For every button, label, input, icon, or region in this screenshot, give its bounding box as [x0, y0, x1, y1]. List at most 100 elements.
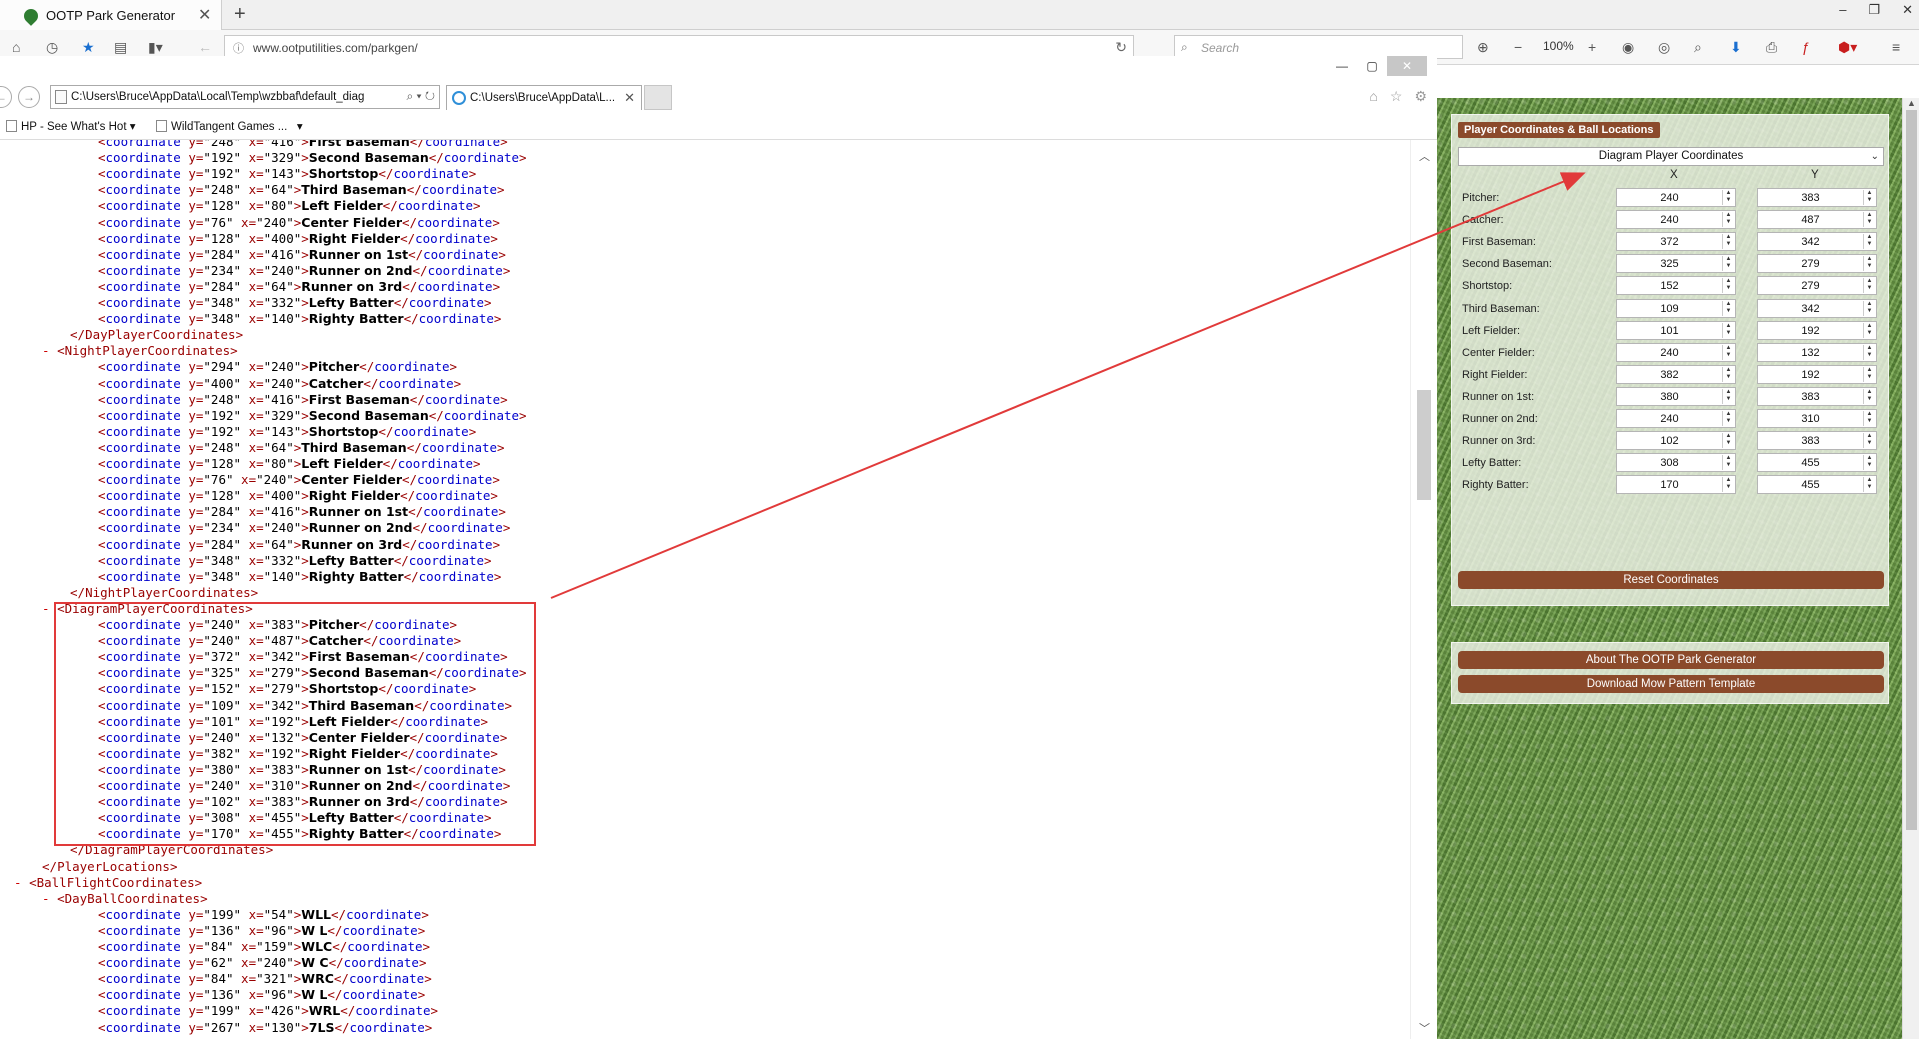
home-icon[interactable]: ⌂ [12, 39, 20, 55]
y-spinner[interactable]: 455 ▲ ▼ [1757, 453, 1877, 473]
spinner-arrows-icon[interactable]: ▲ ▼ [1722, 322, 1734, 338]
y-spinner[interactable]: 192 ▲ ▼ [1757, 364, 1877, 384]
ie-vertical-scrollbar[interactable]: ︿ ﹀ [1410, 140, 1437, 1039]
reload-icon[interactable]: ↻ [1115, 39, 1127, 56]
y-spinner[interactable]: 383 ▲ ▼ [1757, 188, 1877, 207]
sidebar-icon[interactable]: ▮▾ [148, 39, 163, 56]
page-scrollbar[interactable]: ▲ [1902, 98, 1919, 1039]
ie-home-icon[interactable]: ⌂ [1369, 88, 1377, 105]
y-spinner[interactable]: 279 ▲ ▼ [1757, 254, 1877, 274]
y-spinner[interactable]: 132 ▲ ▼ [1757, 342, 1877, 362]
spinner-arrows-icon[interactable]: ▲ ▼ [1863, 477, 1875, 493]
collapse-toggle[interactable]: - [42, 343, 57, 358]
library-icon[interactable]: ▤ [114, 39, 127, 56]
spinner-arrows-icon[interactable]: ▲ ▼ [1722, 190, 1734, 205]
scroll-thumb[interactable] [1906, 110, 1917, 830]
spinner-arrows-icon[interactable]: ▲ ▼ [1722, 278, 1734, 294]
close-tab-icon[interactable]: ✕ [198, 5, 211, 25]
new-tab-button[interactable]: + [234, 3, 246, 26]
flash-icon[interactable]: ƒ [1802, 39, 1810, 55]
collapse-toggle[interactable]: - [14, 875, 29, 890]
print-icon[interactable]: ⎙ [1766, 39, 1777, 56]
y-spinner[interactable]: 383 ▲ ▼ [1757, 386, 1877, 406]
spinner-arrows-icon[interactable]: ▲ ▼ [1863, 234, 1875, 250]
y-spinner[interactable]: 487 ▲ ▼ [1757, 210, 1877, 230]
ie-new-tab-button[interactable] [644, 85, 672, 110]
favorite-hp[interactable]: HP - See What's Hot ▾ [6, 119, 136, 133]
x-spinner[interactable]: 101 ▲ ▼ [1616, 320, 1736, 340]
spinner-arrows-icon[interactable]: ▲ ▼ [1863, 388, 1875, 404]
x-spinner[interactable]: 308 ▲ ▼ [1616, 453, 1736, 473]
spinner-arrows-icon[interactable]: ▲ ▼ [1722, 455, 1734, 471]
spinner-arrows-icon[interactable]: ▲ ▼ [1863, 455, 1875, 471]
reset-coordinates-button[interactable]: Reset Coordinates [1458, 571, 1884, 589]
spinner-arrows-icon[interactable]: ▲ ▼ [1863, 212, 1875, 228]
y-spinner[interactable]: 310 ▲ ▼ [1757, 409, 1877, 428]
ie-close-icon[interactable]: ✕ [1387, 56, 1427, 76]
spinner-arrows-icon[interactable]: ▲ ▼ [1722, 300, 1734, 316]
zoom-out-icon[interactable]: − [1514, 39, 1522, 55]
x-spinner[interactable]: 240 ▲ ▼ [1616, 210, 1736, 230]
spinner-arrows-icon[interactable]: ▲ ▼ [1722, 433, 1734, 449]
ie-settings-icon[interactable]: ⚙ [1414, 88, 1427, 105]
download-icon[interactable]: ⬇ [1730, 39, 1742, 56]
scroll-thumb[interactable] [1417, 390, 1431, 500]
ie-maximize-icon[interactable]: ▢ [1357, 56, 1387, 76]
spinner-arrows-icon[interactable]: ▲ ▼ [1863, 278, 1875, 294]
x-spinner[interactable]: 152 ▲ ▼ [1616, 276, 1736, 296]
ie-close-tab-icon[interactable]: ✕ [624, 90, 635, 106]
menu-icon[interactable]: ≡ [1892, 39, 1900, 55]
scroll-up-icon[interactable]: ︿ [1419, 148, 1430, 164]
spinner-arrows-icon[interactable]: ▲ ▼ [1863, 366, 1875, 382]
info-icon[interactable]: ⓘ [233, 40, 244, 56]
x-spinner[interactable]: 240 ▲ ▼ [1616, 409, 1736, 428]
spinner-arrows-icon[interactable]: ▲ ▼ [1863, 256, 1875, 272]
spinner-arrows-icon[interactable]: ▲ ▼ [1722, 388, 1734, 404]
collapse-toggle[interactable]: - [42, 891, 57, 906]
spinner-arrows-icon[interactable]: ▲ ▼ [1863, 300, 1875, 316]
ie-forward-icon[interactable]: → [18, 86, 40, 108]
x-spinner[interactable]: 240 ▲ ▼ [1616, 188, 1736, 207]
x-spinner[interactable]: 372 ▲ ▼ [1616, 232, 1736, 252]
restore-icon[interactable]: ❐ [1868, 2, 1880, 18]
y-spinner[interactable]: 192 ▲ ▼ [1757, 320, 1877, 340]
zoom-level[interactable]: 100% [1543, 39, 1574, 53]
spinner-arrows-icon[interactable]: ▲ ▼ [1722, 366, 1734, 382]
ie-favorites-icon[interactable]: ☆ [1390, 88, 1403, 105]
screenshot-icon[interactable]: ⊕ [1477, 39, 1489, 56]
x-spinner[interactable]: 325 ▲ ▼ [1616, 254, 1736, 274]
spinner-arrows-icon[interactable]: ▲ ▼ [1863, 411, 1875, 426]
x-spinner[interactable]: 102 ▲ ▼ [1616, 431, 1736, 451]
zoom-search-icon[interactable]: ⌕ [1694, 39, 1702, 56]
spinner-arrows-icon[interactable]: ▲ ▼ [1722, 477, 1734, 493]
y-spinner[interactable]: 342 ▲ ▼ [1757, 298, 1877, 318]
ie-tab[interactable]: C:\Users\Bruce\AppData\L... ✕ [446, 85, 642, 110]
coordinate-set-select[interactable]: Diagram Player Coordinates ⌄ [1458, 147, 1884, 166]
x-spinner[interactable]: 240 ▲ ▼ [1616, 342, 1736, 362]
about-button[interactable]: About The OOTP Park Generator [1458, 651, 1884, 669]
spinner-arrows-icon[interactable]: ▲ ▼ [1722, 234, 1734, 250]
zoom-in-icon[interactable]: + [1588, 39, 1596, 55]
spinner-arrows-icon[interactable]: ▲ ▼ [1863, 190, 1875, 205]
spinner-arrows-icon[interactable]: ▲ ▼ [1863, 322, 1875, 338]
y-spinner[interactable]: 455 ▲ ▼ [1757, 475, 1877, 495]
x-spinner[interactable]: 109 ▲ ▼ [1616, 298, 1736, 318]
firefox-tab-ootp[interactable]: OOTP Park Generator ✕ [0, 0, 222, 31]
bookmark-star-icon[interactable]: ★ [82, 39, 95, 56]
minimize-icon[interactable]: – [1839, 2, 1846, 18]
x-spinner[interactable]: 170 ▲ ▼ [1616, 475, 1736, 495]
y-spinner[interactable]: 383 ▲ ▼ [1757, 431, 1877, 451]
favorite-wildtangent[interactable]: WildTangent Games ... ▾ [156, 119, 303, 133]
scroll-down-icon[interactable]: ﹀ [1419, 1020, 1430, 1036]
ie-search-refresh-icon[interactable]: ⌕ ▾ ↻ [406, 89, 435, 104]
reader-mask-icon[interactable]: ◉ [1622, 39, 1634, 56]
back-icon[interactable]: ← [198, 39, 212, 55]
sync-icon[interactable]: ◎ [1658, 39, 1670, 56]
x-spinner[interactable]: 380 ▲ ▼ [1616, 386, 1736, 406]
ie-minimize-icon[interactable]: — [1327, 56, 1357, 76]
adblock-icon[interactable]: ⬢▾ [1838, 39, 1857, 56]
close-window-icon[interactable]: ✕ [1902, 2, 1913, 18]
spinner-arrows-icon[interactable]: ▲ ▼ [1722, 212, 1734, 228]
ie-address-bar[interactable]: C:\Users\Bruce\AppData\Local\Temp\wzbbaf… [50, 85, 440, 109]
x-spinner[interactable]: 382 ▲ ▼ [1616, 364, 1736, 384]
